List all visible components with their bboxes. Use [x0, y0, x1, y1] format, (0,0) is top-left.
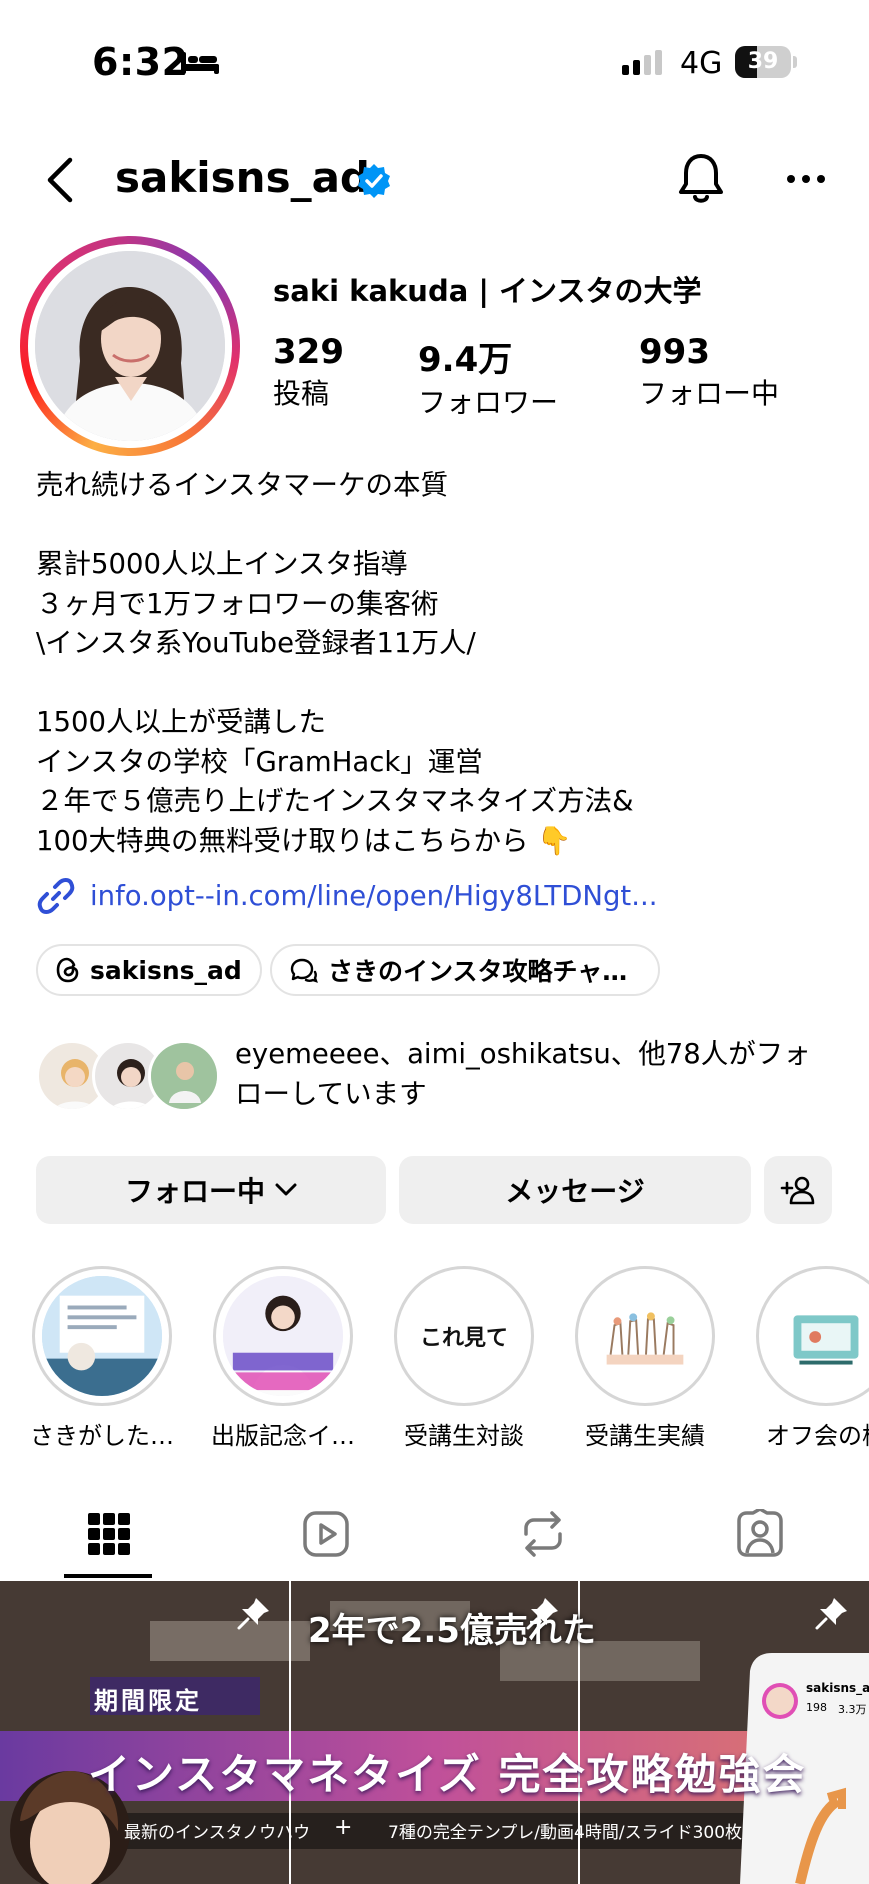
signal-icon	[622, 50, 662, 75]
highlight-cover	[223, 1276, 343, 1396]
highlight-item[interactable]: オフ会の様	[756, 1266, 869, 1450]
post-sub-right: 7種の完全テンプレ/動画4時間/スライド300枚	[388, 1823, 743, 1843]
post-phone-stat: 198	[806, 1701, 827, 1714]
stat-value: 993	[639, 332, 710, 372]
stat-followers[interactable]: 9.4万 フォロワー	[418, 332, 558, 421]
highlight-cover	[585, 1276, 705, 1396]
bio-line: 売れ続けるインスタマーケの本質	[36, 469, 448, 501]
battery-icon: 39	[735, 46, 791, 78]
reels-icon	[302, 1511, 349, 1557]
bio-line: 累計5000人以上インスタ指導	[36, 548, 408, 580]
bio-line: インスタの学校「GramHack」運営	[36, 745, 483, 778]
stat-posts[interactable]: 329 投稿	[273, 332, 344, 412]
post-badge: 期間限定	[94, 1687, 202, 1715]
stat-label: フォロー中	[639, 377, 780, 410]
threads-icon	[56, 957, 79, 983]
more-icon[interactable]	[786, 174, 826, 184]
display-name: saki kakuda | インスタの大学	[273, 274, 702, 308]
stat-value: 9.4万	[418, 340, 513, 380]
highlight-label: さきがした…	[30, 1422, 174, 1450]
profile-avatar[interactable]	[20, 236, 240, 456]
tab-active-indicator	[64, 1574, 152, 1578]
highlight-label: オフ会の様	[766, 1422, 869, 1450]
tab-posts[interactable]	[0, 1488, 217, 1580]
posts-grid: 2年で2.5億売れた 期間限定 インスタマネタイズ 完全攻略勉強会 最新のインス…	[0, 1581, 869, 1884]
tagged-icon	[736, 1509, 783, 1557]
link-icon	[37, 878, 75, 914]
bell-icon[interactable]	[676, 152, 726, 206]
mutual-avatar	[148, 1040, 220, 1112]
bio-line: 100大特典の無料受け取りはこちらから 👇	[36, 824, 572, 857]
repost-icon	[523, 1511, 562, 1557]
message-button-label: メッセージ	[505, 1175, 645, 1208]
add-person-icon	[780, 1176, 815, 1205]
post-sub-left: 最新のインスタノウハウ	[124, 1823, 311, 1843]
tab-reposts[interactable]	[434, 1488, 651, 1580]
back-icon[interactable]	[44, 156, 74, 204]
mutual-followers-avatars[interactable]	[36, 1040, 226, 1112]
highlight-cover	[42, 1276, 162, 1396]
stat-label: フォロワー	[418, 386, 559, 419]
status-time: 6:32	[92, 40, 189, 84]
highlight-cover-text: これ見て	[419, 1326, 508, 1351]
post-headline: インスタマネタイズ 完全攻略勉強会	[88, 1750, 807, 1799]
battery-cap	[793, 56, 797, 68]
bio-line	[36, 506, 856, 546]
bed-icon	[181, 52, 219, 74]
highlight-item[interactable]: これ見て 受講生対談	[394, 1266, 534, 1450]
stat-label: 投稿	[273, 377, 330, 410]
suggest-people-button[interactable]	[764, 1156, 832, 1224]
channel-label: さきのインスタ攻略チャ…	[328, 957, 628, 986]
bio-line: 1500人以上が受講した	[36, 706, 326, 738]
threads-pill[interactable]: sakisns_ad	[36, 944, 262, 996]
network-type: 4G	[680, 46, 723, 81]
battery-level: 39	[747, 49, 779, 74]
message-button[interactable]: メッセージ	[399, 1156, 751, 1224]
profile-username: sakisns_ad	[115, 153, 370, 202]
verified-icon	[358, 164, 390, 198]
tab-reels[interactable]	[217, 1488, 434, 1580]
highlight-item[interactable]: さきがした…	[30, 1266, 174, 1450]
post-sub-plus: +	[334, 1815, 353, 1840]
bio-link[interactable]: info.opt--in.com/line/open/Higy8LTDNgt..…	[36, 876, 657, 916]
pin-icon	[526, 1598, 558, 1630]
highlight-label: 受講生実績	[585, 1422, 705, 1450]
mutual-followers-text[interactable]: eyemeeee、aimi_oshikatsu、他78人がフォローしています	[235, 1034, 835, 1114]
bio-line: ２年で５億売り上げたインスタマネタイズ方法&	[36, 785, 634, 817]
highlight-item[interactable]: 受講生実績	[575, 1266, 715, 1450]
avatar-photo	[35, 251, 225, 441]
channel-icon	[290, 958, 318, 983]
stat-following[interactable]: 993 フォロー中	[639, 332, 779, 412]
post-phone-stat: 3.3万	[838, 1703, 867, 1716]
bio-line	[36, 664, 856, 704]
post-tile[interactable]: 2年で2.5億売れた 期間限定 インスタマネタイズ 完全攻略勉強会 最新のインス…	[0, 1581, 869, 1884]
profile-bio: 売れ続けるインスタマーケの本質 累計5000人以上インスタ指導 ３ヶ月で1万フォ…	[36, 466, 856, 861]
profile-tabs	[0, 1488, 869, 1580]
highlight-cover	[766, 1276, 869, 1396]
highlight-item[interactable]: 出版記念イ…	[211, 1266, 355, 1450]
following-button[interactable]: フォロー中	[36, 1156, 386, 1224]
channel-pill[interactable]: さきのインスタ攻略チャ…	[270, 944, 660, 996]
highlight-label: 出版記念イ…	[211, 1422, 355, 1450]
chevron-down-icon	[275, 1183, 297, 1196]
bio-line: \インスタ系YouTube登録者11万人/	[36, 627, 476, 659]
following-button-label: フォロー中	[124, 1175, 265, 1208]
bio-link-text: info.opt--in.com/line/open/Higy8LTDNgt..…	[90, 880, 658, 912]
post-phone-handle: sakisns_ad	[806, 1681, 869, 1695]
threads-label: sakisns_ad	[90, 955, 242, 985]
bio-line: ３ヶ月で1万フォロワーの集客術	[36, 587, 439, 620]
grid-icon	[87, 1513, 130, 1555]
highlight-label: 受講生対談	[404, 1422, 524, 1450]
stat-value: 329	[273, 332, 344, 372]
pin-icon	[237, 1598, 269, 1630]
pin-icon	[815, 1598, 847, 1630]
tab-tagged[interactable]	[651, 1488, 868, 1580]
